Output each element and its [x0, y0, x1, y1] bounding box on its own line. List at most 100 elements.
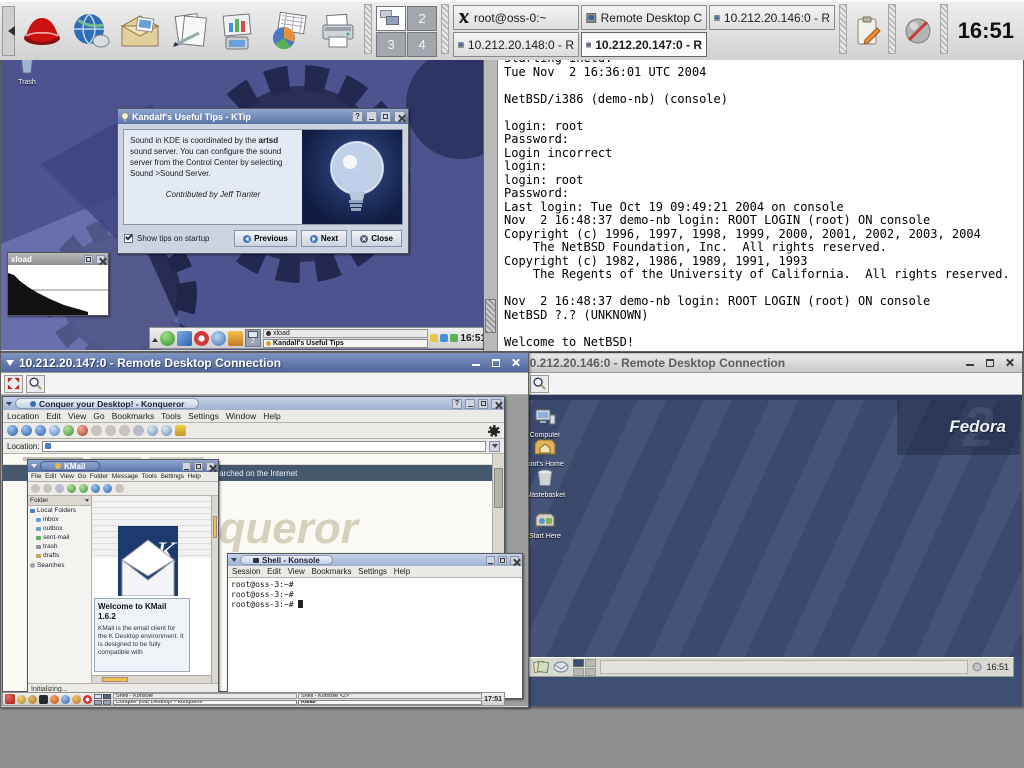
window-menu-icon[interactable] [231, 558, 237, 565]
konsole-launcher-icon[interactable] [39, 695, 48, 704]
menu-items[interactable]: File Edit View Go Folder Message Tools S… [31, 473, 201, 480]
kmail-scrollbar[interactable] [211, 496, 218, 683]
print-icon[interactable] [133, 425, 144, 436]
task-xload[interactable]: xload [263, 329, 428, 338]
word-processor-button[interactable] [167, 8, 212, 54]
tray-klipper-icon[interactable] [450, 334, 458, 342]
maximize-button[interactable] [488, 356, 503, 370]
location-go-button[interactable] [489, 441, 500, 452]
terminal-text[interactable]: Starting sshd. sysctl: top level name 'h… [498, 22, 1023, 351]
task-konqueror[interactable]: Conquer your Desktop! - Konqueror [113, 700, 297, 706]
task-ktip[interactable]: Kandalf's Useful Tips [263, 339, 428, 348]
email-button[interactable] [118, 8, 163, 54]
mini-pager[interactable] [94, 694, 111, 705]
konqueror-titlebar[interactable]: Conquer your Desktop! - Konqueror ? [3, 397, 504, 410]
kmail-hscrollbar[interactable] [92, 675, 211, 683]
folder-header[interactable]: Folder [28, 496, 91, 506]
workspace-1[interactable] [376, 6, 406, 31]
window-menu-icon[interactable] [6, 402, 12, 409]
next-button[interactable]: Next [301, 230, 347, 247]
kmail-titlebar[interactable]: KMail [28, 460, 218, 472]
paste-icon[interactable] [119, 425, 130, 436]
kmenu-icon[interactable] [160, 331, 175, 346]
previous-icon[interactable] [91, 484, 100, 493]
show-tips-checkbox[interactable] [124, 234, 133, 243]
maximize-button[interactable] [84, 255, 93, 264]
reload-icon[interactable] [63, 425, 74, 436]
close-button[interactable] [510, 556, 519, 565]
task-krdc-146-window[interactable]: Remote Desktop C [581, 5, 707, 30]
gnome-clock[interactable]: 16:51 [986, 662, 1009, 672]
desktop-icon-trash[interactable]: Trash [7, 56, 47, 86]
minimize-button[interactable] [465, 399, 475, 409]
print-manager-button[interactable] [315, 8, 360, 54]
minimize-button[interactable] [468, 356, 483, 370]
titlebar-147[interactable]: 10.212.20.147:0 - Remote Desktop Connect… [1, 353, 528, 373]
titlebar-146[interactable]: 10.212.20.146:0 - Remote Desktop Connect… [505, 353, 1022, 373]
konsole-titlebar[interactable]: Shell - Konsole [228, 554, 522, 566]
task-remote-146[interactable]: 10.212.20.146:0 - R [709, 5, 835, 30]
kmail-launcher-icon[interactable] [72, 695, 81, 704]
help-button[interactable]: ? [452, 399, 462, 409]
xload-titlebar[interactable]: xload [8, 253, 108, 265]
window-menu-icon[interactable] [6, 360, 14, 370]
workspace-4[interactable]: 4 [407, 32, 437, 57]
scrollbar-thumb[interactable] [485, 299, 496, 333]
maximize-button[interactable] [982, 356, 997, 370]
kate-icon[interactable] [17, 695, 26, 704]
folder-trash[interactable]: trash [28, 542, 91, 551]
back-icon[interactable] [7, 425, 18, 436]
maximize-button[interactable] [194, 462, 203, 471]
find-icon[interactable] [115, 484, 124, 493]
close-button[interactable] [1002, 356, 1017, 370]
workspace-2[interactable]: 2 [407, 6, 437, 31]
kmail-menubar[interactable]: File Edit View Go Folder Message Tools S… [28, 472, 218, 482]
konsole-terminal[interactable]: root@oss-3:~# root@oss-3:~# root@oss-3:~… [228, 578, 522, 698]
close-button[interactable] [508, 356, 523, 370]
workspace-pager[interactable] [573, 659, 596, 676]
panel-arrow-icon[interactable] [152, 335, 158, 342]
maximize-button[interactable] [498, 556, 507, 565]
folder-searches[interactable]: Searches [28, 560, 91, 571]
close-button[interactable] [206, 462, 215, 471]
mail-launcher-icon[interactable] [553, 661, 569, 673]
workspace-3[interactable]: 3 [376, 32, 406, 57]
home-icon[interactable] [50, 695, 59, 704]
panel-hide-button[interactable] [2, 6, 15, 56]
minimize-button[interactable] [486, 556, 495, 565]
up-icon[interactable] [35, 425, 46, 436]
host-clock[interactable]: 16:51 [952, 18, 1020, 44]
stop-icon[interactable] [77, 425, 88, 436]
zoom-button[interactable] [530, 375, 549, 393]
task-konsole-2[interactable]: Shell - Konsole <2> [298, 693, 482, 699]
konsole-menubar[interactable]: Session Edit View Bookmarks Settings Hel… [228, 566, 522, 578]
print-icon[interactable] [55, 484, 64, 493]
spreadsheet-button[interactable] [266, 8, 311, 54]
presentation-button[interactable] [216, 8, 261, 54]
mini-pager[interactable]: 2 [245, 329, 261, 347]
task-remote-148[interactable]: 10.212.20.148:0 - R [453, 32, 579, 57]
applet-handle[interactable] [888, 4, 896, 54]
panel-applet-icon[interactable] [972, 662, 982, 672]
zoom-out-icon[interactable] [161, 425, 172, 436]
ktip-titlebar[interactable]: Kandalf's Useful Tips - KTip ? [118, 109, 408, 124]
applet-handle[interactable] [839, 4, 847, 54]
reply-all-icon[interactable] [79, 484, 88, 493]
applet-handle[interactable] [441, 4, 449, 54]
office-launcher-icon[interactable] [533, 660, 549, 674]
web-browser-button[interactable] [68, 8, 113, 54]
help-button[interactable]: ? [352, 111, 363, 122]
save-icon[interactable] [43, 484, 52, 493]
konqueror-menubar[interactable]: Location Edit View Go Bookmarks Tools Se… [3, 410, 504, 423]
location-input[interactable] [42, 441, 486, 452]
forward-icon[interactable] [21, 425, 32, 436]
task-konsole-1[interactable]: Shell - Konsole [113, 693, 297, 699]
home-icon[interactable] [177, 331, 192, 346]
lock-icon[interactable] [175, 425, 186, 436]
folder-local[interactable]: Local Folders [28, 506, 91, 515]
download-icon[interactable] [228, 331, 243, 346]
window-menu-icon[interactable] [31, 464, 37, 471]
alert-notification-applet[interactable] [900, 8, 935, 54]
next-icon[interactable] [103, 484, 112, 493]
tray-display-icon[interactable] [440, 334, 448, 342]
